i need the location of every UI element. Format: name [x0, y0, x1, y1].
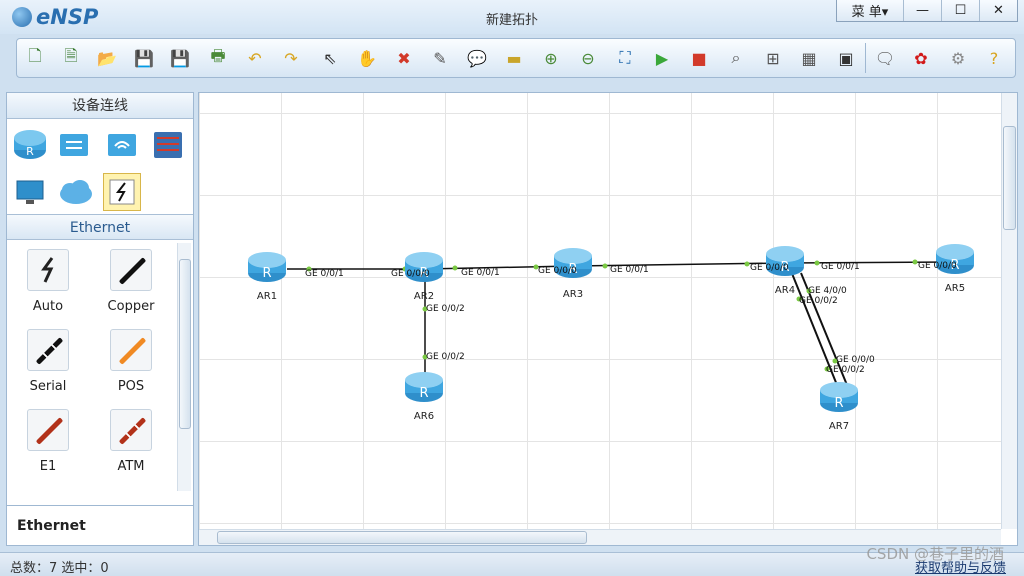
svg-text:R: R — [419, 386, 428, 401]
save-as-icon[interactable]: 💾 — [167, 45, 193, 71]
canvas-horizontal-scroll-thumb[interactable] — [217, 531, 587, 544]
maximize-button[interactable]: ☐ — [941, 0, 979, 21]
fit-window-icon[interactable]: ⛶ — [612, 45, 638, 71]
rectangle-icon[interactable]: ▬ — [501, 45, 527, 71]
menu-button[interactable]: 菜 单▾ — [837, 0, 903, 21]
cable-label-e1: E1 — [39, 459, 57, 474]
print-icon[interactable]: 🖶 — [205, 45, 231, 71]
router-label: AR3 — [562, 289, 584, 300]
toolbar-separator — [865, 43, 866, 73]
cable-category-title: Ethernet — [7, 214, 193, 240]
open-icon[interactable]: 📂 — [94, 45, 120, 71]
minimize-button[interactable]: — — [903, 0, 941, 21]
capture-data-icon[interactable]: ⌕ — [723, 45, 749, 71]
window-controls: 菜 单▾ — ☐ ✕ — [836, 0, 1018, 22]
zoom-in-icon[interactable]: ⊕ — [538, 45, 564, 71]
watermark: CSDN @巷子里的酒 — [866, 545, 1004, 563]
device-panel: 设备连线 R Ethernet Auto Copper Serial POS E… — [6, 92, 194, 546]
topology-canvas[interactable]: R AR1 R AR2 R AR3 R AR4 R AR5 R AR6 R AR… — [198, 92, 1018, 546]
port-label-ar1-ge001: GE 0/0/1 — [305, 269, 344, 279]
cable-label-serial: Serial — [29, 379, 67, 394]
new-example-icon[interactable]: 🗎 — [58, 45, 84, 71]
wireless-icon[interactable] — [103, 125, 141, 163]
console-icon[interactable]: ▣ — [833, 45, 859, 71]
port-label-ar2-ge000: GE 0/0/0 — [391, 269, 430, 279]
svg-text:R: R — [834, 396, 843, 411]
status-text: 总数：7 选中：0 — [10, 561, 109, 576]
port-label-ar2-ge001: GE 0/0/1 — [461, 268, 500, 278]
e1-cable-icon[interactable] — [27, 409, 69, 451]
save-icon[interactable]: 💾 — [131, 45, 157, 71]
port-label-ar4-ge400: GE 4/0/0 — [808, 286, 847, 296]
router-icon[interactable]: R — [11, 125, 49, 163]
new-topology-icon[interactable]: 🗋 — [22, 45, 48, 71]
topology-view-icon[interactable]: ⊞ — [760, 45, 786, 71]
port-label-ar4-ge001: GE 0/0/1 — [821, 262, 860, 272]
pc-icon[interactable] — [11, 173, 49, 211]
device-panel-title: 设备连线 — [7, 93, 193, 119]
port-label-ar3-ge000: GE 0/0/0 — [538, 266, 577, 276]
pos-cable-icon[interactable] — [110, 329, 152, 371]
selected-cable-label: Ethernet — [7, 505, 193, 545]
atm-cable-icon[interactable] — [110, 409, 152, 451]
cable-label-auto: Auto — [32, 299, 64, 314]
delete-links-icon[interactable]: ✎ — [427, 45, 453, 71]
huawei-logo-icon[interactable]: ✿ — [908, 45, 934, 71]
router-label: AR6 — [413, 411, 435, 422]
router-icon: R — [248, 252, 286, 282]
svg-text:R: R — [26, 145, 34, 158]
port-label-ar7-ge000: GE 0/0/0 — [836, 355, 875, 365]
port-label-ar6-ge002: GE 0/0/2 — [426, 352, 465, 362]
zoom-out-icon[interactable]: ⊖ — [575, 45, 601, 71]
help-icon[interactable]: ? — [981, 45, 1007, 71]
port-label-ar3-ge001: GE 0/0/1 — [610, 265, 649, 275]
router-label: AR1 — [256, 291, 278, 302]
main-toolbar: 🗋 🗎 📂 💾 💾 🖶 ↶ ↷ ⇖ ✋ ✖ ✎ 💬 ▬ ⊕ ⊖ ⛶ ▶ ■ ⌕ … — [16, 38, 1016, 78]
close-button[interactable]: ✕ — [979, 0, 1017, 21]
redo-icon[interactable]: ↷ — [278, 45, 304, 71]
router-icon: R — [820, 382, 858, 412]
firewall-icon[interactable] — [149, 125, 187, 163]
settings-icon[interactable]: ⚙ — [945, 45, 971, 71]
svg-text:R: R — [262, 266, 271, 281]
cable-label-pos: POS — [117, 379, 145, 394]
start-all-icon[interactable]: ▶ — [649, 45, 675, 71]
connection-icon[interactable] — [103, 173, 141, 211]
title-bar: eNSP 新建拓扑 菜 单▾ — ☐ ✕ — [0, 0, 1024, 34]
router-ar1[interactable]: R — [247, 249, 287, 283]
canvas-vertical-scroll-thumb[interactable] — [1003, 126, 1016, 230]
router-icon: R — [405, 372, 443, 402]
router-label: AR5 — [944, 283, 966, 294]
chat-icon[interactable]: 🗨 — [872, 45, 898, 71]
port-label-ar4-ge000: GE 0/0/0 — [750, 263, 789, 273]
delete-icon[interactable]: ✖ — [391, 45, 417, 71]
port-label-ar5-ge000: GE 0/0/0 — [918, 261, 957, 271]
port-label-ar7-ge002: GE 0/0/2 — [826, 365, 865, 375]
text-note-icon[interactable]: 💬 — [464, 45, 490, 71]
router-label: AR7 — [828, 421, 850, 432]
palette-grid-icon[interactable]: ▦ — [796, 45, 822, 71]
cable-label-copper: Copper — [107, 299, 155, 314]
topology-links — [287, 259, 956, 386]
cable-label-atm: ATM — [117, 459, 145, 474]
pan-hand-icon[interactable]: ✋ — [354, 45, 380, 71]
select-icon[interactable]: ⇖ — [317, 45, 343, 71]
router-ar6[interactable]: R — [404, 369, 444, 403]
port-label-ar2-ge002: GE 0/0/2 — [426, 304, 465, 314]
auto-cable-icon[interactable] — [27, 249, 69, 291]
stop-all-icon[interactable]: ■ — [686, 45, 712, 71]
router-ar7[interactable]: R — [819, 379, 859, 413]
serial-cable-icon[interactable] — [27, 329, 69, 371]
switch-icon[interactable] — [55, 125, 93, 163]
cloud-icon[interactable] — [57, 173, 95, 211]
copper-cable-icon[interactable] — [110, 249, 152, 291]
cable-list-scroll-thumb[interactable] — [179, 259, 191, 429]
router-label: AR2 — [413, 291, 435, 302]
port-label-ar4-ge002: GE 0/0/2 — [799, 296, 838, 306]
undo-icon[interactable]: ↶ — [242, 45, 268, 71]
router-label: AR4 — [774, 285, 796, 296]
